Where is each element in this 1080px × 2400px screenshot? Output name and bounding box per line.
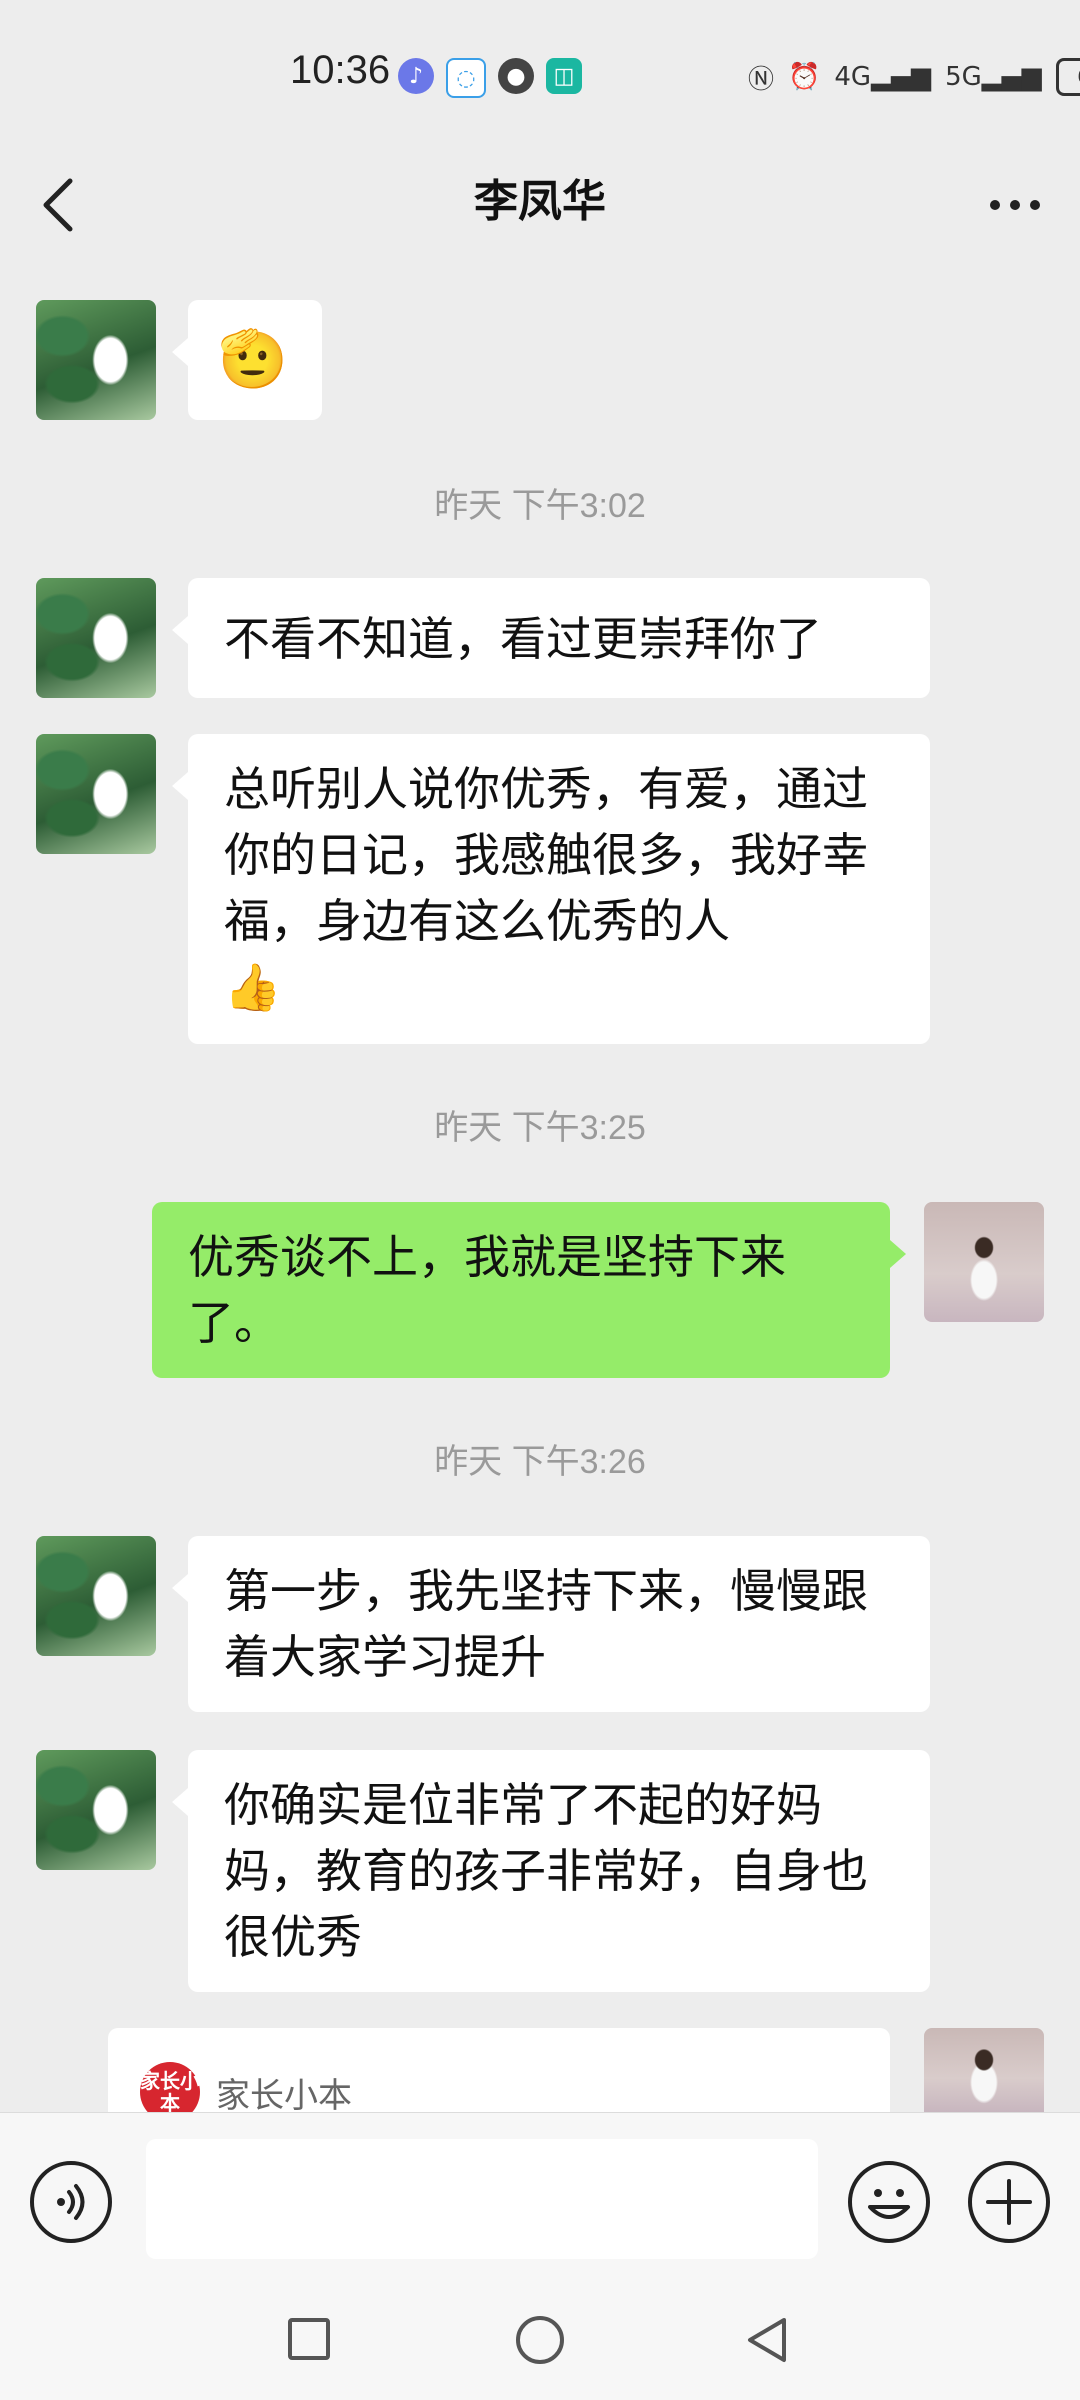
thumbs-up-emoji: 👍 — [224, 960, 282, 1014]
notification-icons: ♪ ◌ ● ◫ — [398, 58, 582, 98]
music-icon: ♪ — [398, 58, 434, 94]
message-icon: ● — [498, 58, 534, 94]
message-bubble[interactable]: 第一步，我先坚持下来，慢慢跟着大家学习提升 — [172, 1536, 930, 1712]
contact-avatar[interactable] — [36, 578, 156, 698]
system-nav-bar — [0, 2290, 1080, 2400]
message-input[interactable] — [146, 2139, 818, 2259]
salute-emoji: 🫡 — [218, 327, 288, 392]
alarm-icon: ⏰ — [788, 62, 821, 92]
voice-button[interactable] — [30, 2161, 112, 2243]
smiley-icon — [868, 2189, 910, 2219]
message-text: 第一步，我先坚持下来，慢慢跟着大家学习提升 — [224, 1564, 868, 1684]
message-bubble[interactable]: 总听别人说你优秀，有爱，通过你的日记，我感触很多，我好幸福，身边有这么优秀的人 … — [172, 734, 930, 1044]
timestamp: 昨天 下午3:02 — [434, 487, 646, 525]
input-bar — [0, 2112, 1080, 2291]
emoji-button[interactable] — [848, 2161, 930, 2243]
message-bubble[interactable]: 不看不知道，看过更崇拜你了 — [172, 578, 930, 698]
timestamp: 昨天 下午3:25 — [434, 1109, 646, 1147]
contact-avatar[interactable] — [36, 1536, 156, 1656]
plus-icon — [986, 2179, 1032, 2225]
recents-square-icon[interactable] — [288, 2318, 330, 2360]
message-bubble[interactable]: 你确实是位非常了不起的好妈妈，教育的孩子非常好，自身也很优秀 — [172, 1750, 930, 1992]
message-text: 总听别人说你优秀，有爱，通过你的日记，我感触很多，我好幸福，身边有这么优秀的人 — [224, 762, 868, 948]
home-circle-icon[interactable] — [516, 2316, 564, 2364]
card-app-name: 家长小本 — [216, 2076, 352, 2116]
voice-icon — [57, 2184, 85, 2220]
more-dots-icon — [990, 200, 1000, 210]
chat-bubble-icon: ◌ — [446, 58, 486, 98]
battery-icon: 68 — [1055, 58, 1080, 96]
self-avatar[interactable] — [924, 1202, 1044, 1322]
status-bar: 10:36 ♪ ◌ ● ◫ Ⓝ ⏰ 4G▂▄▆ 5G▂▄▆ 68 — [0, 0, 1080, 150]
more-actions-button[interactable] — [968, 2161, 1050, 2243]
contact-avatar[interactable] — [36, 734, 156, 854]
chat-title: 李凤华 — [474, 176, 606, 227]
mini-program-card[interactable]: 家长小本 家长小本 — [108, 2028, 890, 2120]
contact-avatar[interactable] — [36, 300, 156, 420]
status-time: 10:36 — [290, 48, 391, 92]
message-bubble-self[interactable]: 优秀谈不上，我就是坚持下来了。 — [152, 1202, 906, 1378]
timestamp: 昨天 下午3:26 — [434, 1443, 646, 1481]
message-text: 优秀谈不上，我就是坚持下来了。 — [188, 1230, 786, 1350]
message-text: 不看不知道，看过更崇拜你了 — [224, 612, 822, 666]
more-button[interactable] — [980, 165, 1050, 245]
nfc-icon: Ⓝ — [748, 64, 775, 95]
signal-5g-icon: 5G▂▄▆ — [945, 62, 1042, 92]
app-icon: ◫ — [546, 58, 582, 94]
contact-avatar[interactable] — [36, 1750, 156, 1870]
self-avatar[interactable] — [924, 2028, 1044, 2112]
back-triangle-icon[interactable] — [744, 2316, 792, 2364]
signal-4g-icon: 4G▂▄▆ — [834, 62, 932, 92]
message-bubble-emoji[interactable]: 🫡 — [172, 300, 322, 420]
chat-header: 李凤华 — [0, 150, 1080, 268]
system-icons: Ⓝ ⏰ 4G▂▄▆ 5G▂▄▆ 68 — [748, 58, 1080, 96]
message-text: 你确实是位非常了不起的好妈妈，教育的孩子非常好，自身也很优秀 — [224, 1778, 868, 1964]
